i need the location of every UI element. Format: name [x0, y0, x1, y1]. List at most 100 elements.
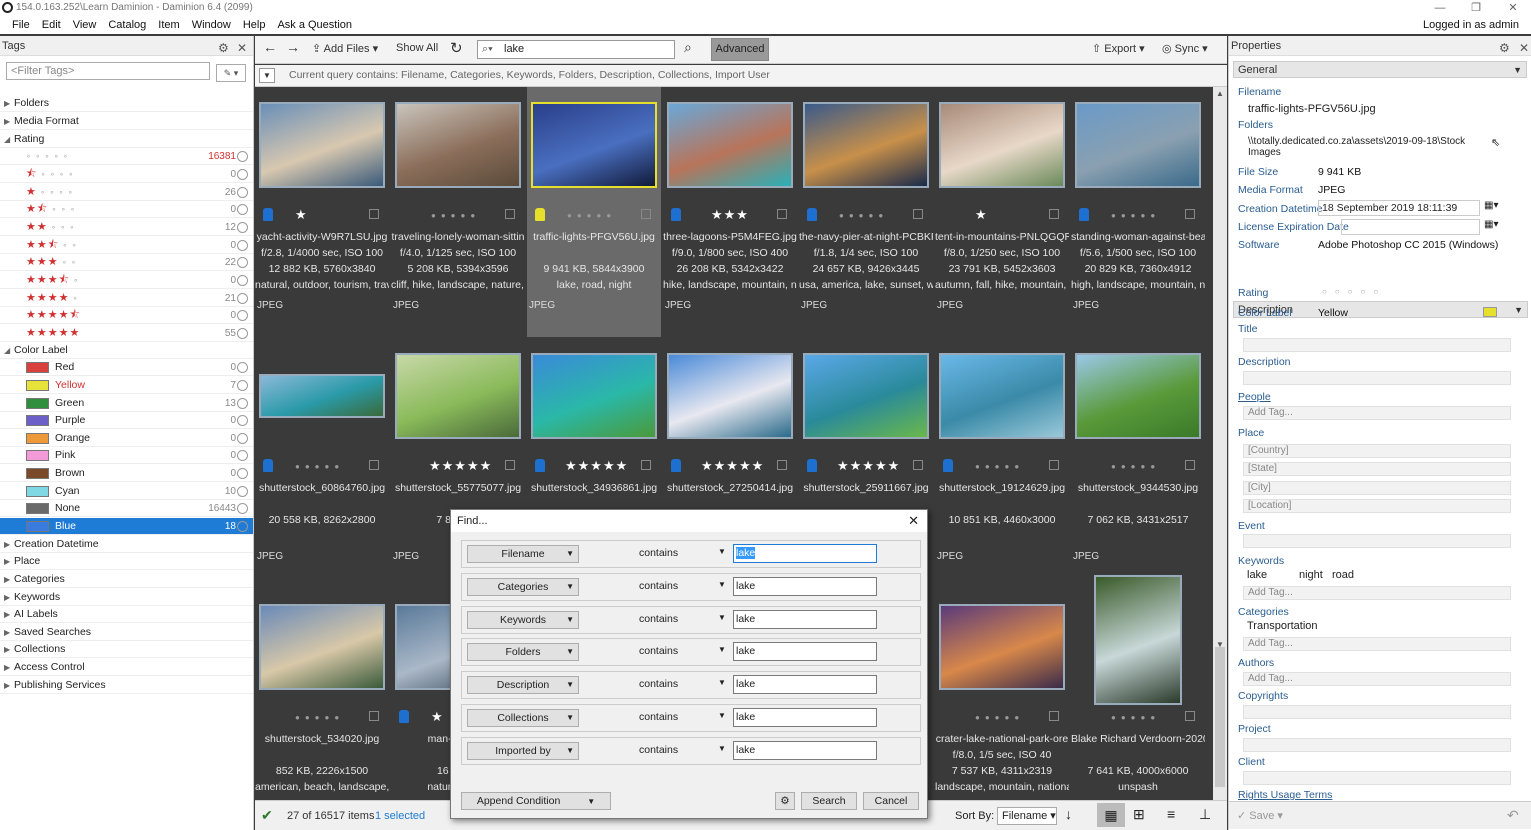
select-checkbox[interactable]	[777, 460, 787, 470]
rating-dots[interactable]: ●●●●●	[295, 462, 344, 471]
tag-group-color-label[interactable]: ◢ Color Label	[0, 342, 253, 359]
collapsed-arrow-icon[interactable]: ▶	[4, 113, 10, 130]
color-swatch-yellow[interactable]	[1483, 307, 1497, 317]
sort-direction-icon[interactable]: ↓	[1065, 806, 1072, 822]
thumbnail-image[interactable]	[803, 102, 929, 188]
save-button[interactable]: ✓ Save ▾	[1237, 809, 1283, 822]
rating-dots[interactable]: ●●●●●	[567, 211, 616, 220]
tag-group-creation-datetime[interactable]: ▶ Creation Datetime	[0, 536, 253, 553]
table-view-icon[interactable]: ⊞	[1133, 806, 1145, 823]
show-all-button[interactable]: Show All	[396, 42, 438, 54]
list-view-icon[interactable]: ≡	[1167, 806, 1175, 822]
select-circle-icon[interactable]	[237, 204, 248, 215]
project-field[interactable]	[1243, 738, 1511, 752]
rating-filter-row[interactable]: ★⯪ ∘ ∘ ∘ 0	[0, 201, 253, 218]
keywords-add-tag[interactable]: Add Tag...	[1243, 586, 1511, 600]
tag-group-place[interactable]: ▶ Place	[0, 553, 253, 570]
thumbnail-image[interactable]	[939, 604, 1065, 690]
thumbnail-image[interactable]	[939, 102, 1065, 188]
yellow-label-icon[interactable]	[535, 208, 545, 221]
thumbnail-image[interactable]	[1094, 575, 1182, 705]
general-section[interactable]: General ▼	[1233, 61, 1527, 78]
category-tag[interactable]: Transportation	[1247, 620, 1318, 632]
rating-stars[interactable]: ★	[975, 207, 988, 223]
grid-view-icon[interactable]: ▦	[1097, 803, 1125, 827]
select-circle-icon[interactable]	[237, 293, 248, 304]
expanded-arrow-icon[interactable]: ◢	[4, 131, 10, 148]
thumbnail-image[interactable]	[803, 353, 929, 439]
select-checkbox[interactable]	[913, 460, 923, 470]
tag-filter-options-icon[interactable]: ✎ ▾	[216, 64, 246, 82]
thumbnail-image[interactable]	[259, 604, 385, 690]
blue-label-icon[interactable]	[807, 459, 817, 472]
collapsed-arrow-icon[interactable]: ▶	[4, 536, 10, 553]
blue-label-icon[interactable]	[1079, 208, 1089, 221]
search-options-icon[interactable]: ⌕▾	[482, 41, 493, 58]
rating-filter-row[interactable]: ★★⯪ ∘ ∘ 0	[0, 237, 253, 254]
collapsed-arrow-icon[interactable]: ▶	[4, 589, 10, 606]
thumbnail-item[interactable]: ★ tent-in-mountains-PNLQGQR. f/8.0, 1/250 …	[935, 87, 1069, 337]
city-field[interactable]: [City]	[1243, 481, 1511, 495]
condition-operator-select[interactable]: contains	[639, 744, 678, 756]
condition-operator-select[interactable]: contains	[639, 678, 678, 690]
chevron-down-icon[interactable]: ▼	[718, 645, 726, 654]
menu-item[interactable]: Item	[152, 16, 185, 34]
license-date-field[interactable]	[1341, 219, 1480, 235]
blue-label-icon[interactable]	[807, 208, 817, 221]
menu-window[interactable]: Window	[186, 16, 237, 34]
select-circle-icon[interactable]	[237, 362, 248, 373]
thumbnail-image[interactable]	[667, 102, 793, 188]
rating-dots[interactable]: ●●●●●	[1111, 713, 1160, 722]
color-label-row-purple[interactable]: Purple 0	[0, 412, 253, 429]
condition-value-input[interactable]: lake	[733, 544, 877, 563]
rating-dots[interactable]: ●●●●●	[839, 211, 888, 220]
chevron-down-icon[interactable]: ▼	[718, 613, 726, 622]
thumbnail-item[interactable]: ●●●●● shutterstock_60864760.jpg 20 558 KB,…	[255, 338, 389, 588]
collapsed-arrow-icon[interactable]: ▶	[4, 571, 10, 588]
filter-tags-input[interactable]: <Filter Tags>	[6, 62, 210, 80]
select-checkbox[interactable]	[1049, 711, 1059, 721]
condition-operator-select[interactable]: contains	[639, 580, 678, 592]
close-window-icon[interactable]: ✕	[1499, 0, 1527, 16]
collapsed-arrow-icon[interactable]: ▶	[4, 677, 10, 694]
condition-value-input[interactable]: lake	[733, 642, 877, 662]
rating-filter-row[interactable]: ★ ∘ ∘ ∘ ∘ 26	[0, 184, 253, 201]
tag-group-ai-labels[interactable]: ▶ AI Labels	[0, 606, 253, 623]
color-label-value[interactable]: Yellow	[1318, 307, 1348, 319]
state-field[interactable]: [State]	[1243, 462, 1511, 476]
add-files-button[interactable]: ⇪ Add Files ▾	[312, 42, 378, 55]
collapsed-arrow-icon[interactable]: ▶	[4, 641, 10, 658]
condition-field-select[interactable]: Keywords ▼	[467, 610, 579, 629]
rating-stars[interactable]: ★★★	[711, 207, 749, 223]
keyword-tag[interactable]: road	[1332, 569, 1354, 581]
calendar-icon[interactable]: ▦▾	[1484, 200, 1498, 211]
blue-label-icon[interactable]	[263, 459, 273, 472]
condition-field-select[interactable]: Collections ▼	[467, 709, 579, 727]
scroll-up-icon[interactable]: ▲	[1216, 89, 1224, 98]
tag-group-media-format[interactable]: ▶ Media Format	[0, 113, 253, 130]
select-checkbox[interactable]	[369, 209, 379, 219]
chevron-down-icon[interactable]: ▼	[718, 744, 726, 753]
thumbnail-image[interactable]	[259, 102, 385, 188]
rating-stars[interactable]: ★★★★★	[429, 458, 492, 474]
gear-icon[interactable]: ⚙	[1499, 38, 1510, 58]
condition-value-input[interactable]: lake	[733, 740, 877, 760]
menu-view[interactable]: View	[67, 16, 103, 34]
select-checkbox[interactable]	[777, 209, 787, 219]
rating-filter-row[interactable]: ★★★⯪ ∘ 0	[0, 272, 253, 289]
rating-dots[interactable]: ●●●●●	[975, 713, 1024, 722]
rating-dots[interactable]: ●●●●●	[295, 713, 344, 722]
authors-add-tag[interactable]: Add Tag...	[1243, 672, 1511, 686]
thumbnail-item[interactable]: ●●●●● Blake Richard Verdoorn-2020- 7 641 K…	[1071, 575, 1205, 800]
search-input[interactable]: ⌕▾ lake	[477, 40, 675, 59]
select-checkbox[interactable]	[641, 209, 651, 219]
refresh-icon[interactable]: ↻	[450, 39, 463, 57]
rating-filter-row[interactable]: ★★★★⯪ 0	[0, 307, 253, 324]
condition-value-input[interactable]: lake	[733, 708, 877, 727]
tag-group-collections[interactable]: ▶ Collections	[0, 641, 253, 658]
tag-group-rating[interactable]: ◢ Rating	[0, 131, 253, 148]
thumbnail-image[interactable]	[259, 374, 385, 418]
rating-filter-row[interactable]: ★★★★ ∘ 21	[0, 290, 253, 307]
tag-group-publishing-services[interactable]: ▶ Publishing Services	[0, 677, 253, 694]
rating-stars[interactable]: ★	[295, 207, 308, 223]
